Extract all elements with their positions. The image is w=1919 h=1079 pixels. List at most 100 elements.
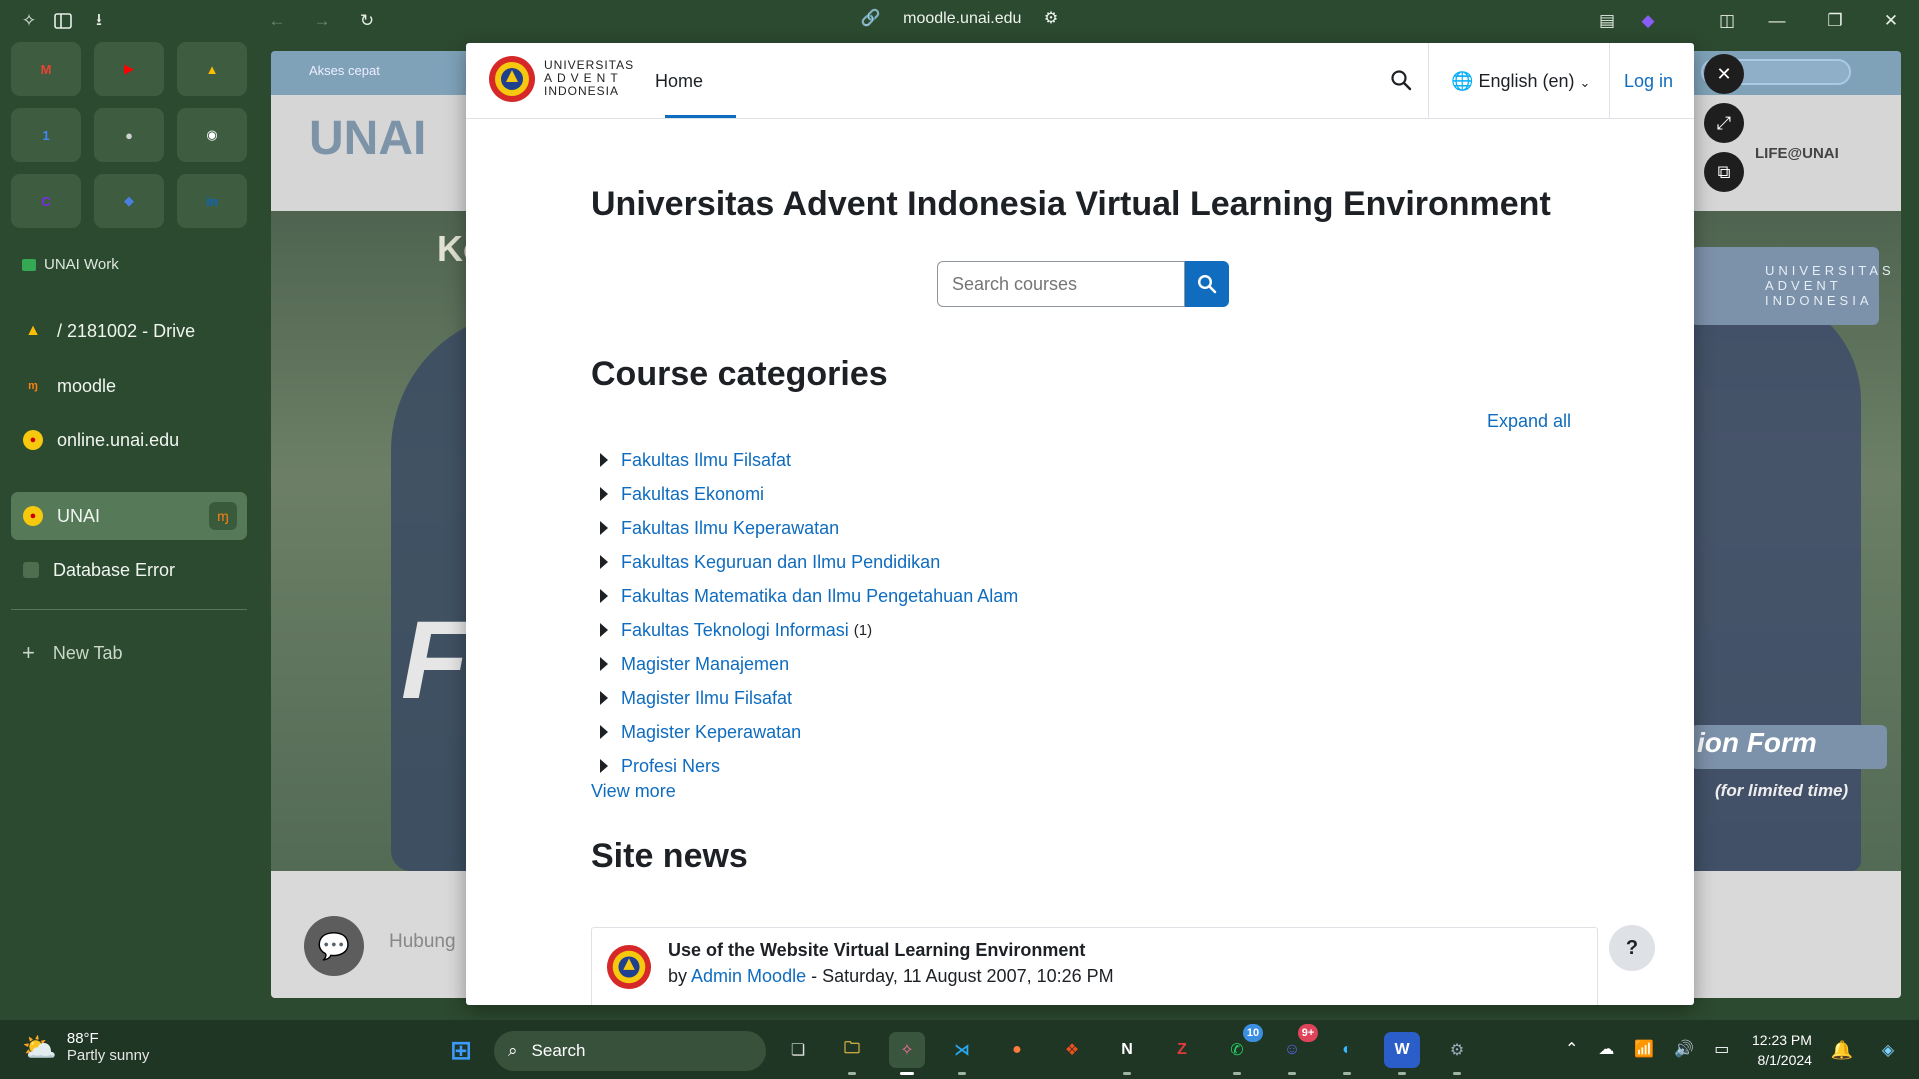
expand-caret-icon[interactable] — [600, 759, 608, 773]
close-window-icon[interactable]: ✕ — [1880, 10, 1902, 32]
extension-icon[interactable]: ◆ — [1637, 10, 1659, 32]
copilot-icon[interactable]: ◈ — [1870, 1032, 1906, 1068]
view-more-link[interactable]: View more — [591, 781, 676, 802]
word-icon[interactable]: W — [1384, 1032, 1420, 1075]
zotero-icon[interactable]: Z — [1164, 1032, 1200, 1068]
download-icon[interactable]: ⭳ — [88, 10, 110, 32]
course-search-input[interactable] — [937, 261, 1185, 307]
post-author-link[interactable]: Admin Moodle — [691, 966, 806, 986]
expand-caret-icon[interactable] — [600, 725, 608, 739]
site-settings-icon[interactable]: ⚙ — [1044, 10, 1058, 27]
expand-icon[interactable]: ⤢ — [1704, 103, 1744, 143]
site-logo[interactable]: UNAI — [309, 111, 426, 166]
pinned-app[interactable]: in — [177, 174, 247, 228]
moodle-peek-icon[interactable]: ɱ — [209, 502, 237, 530]
pinned-app[interactable]: ◉ — [177, 108, 247, 162]
category-link[interactable]: Fakultas Keguruan dan Ilmu Pendidikan — [621, 552, 940, 573]
category-link[interactable]: Profesi Ners — [621, 756, 720, 777]
space-label[interactable]: UNAI Work — [22, 256, 119, 273]
help-button[interactable]: ? — [1609, 925, 1655, 971]
figma-icon[interactable]: ❖ — [1054, 1032, 1090, 1068]
weather-widget[interactable]: ⛅ 88°F Partly sunny — [22, 1030, 149, 1064]
pinned-app[interactable]: ▲ — [177, 42, 247, 96]
whatsapp-icon[interactable]: ✆ 10 — [1219, 1024, 1263, 1075]
pinned-app[interactable]: ▶ — [94, 42, 164, 96]
search-icon[interactable] — [1390, 69, 1412, 91]
pinned-app[interactable]: ◆ — [94, 174, 164, 228]
category-link[interactable]: Fakultas Ilmu Filsafat — [621, 450, 791, 471]
clock[interactable]: 12:23 PM 8/1/2024 — [1752, 1030, 1812, 1070]
unai-icon: ● — [23, 430, 43, 450]
system-tray: ⌃ ☁ 📶 🔊 ▭ — [1565, 1039, 1729, 1059]
arc-browser-icon[interactable]: ✧ — [889, 1032, 925, 1075]
quick-access-link[interactable]: Akses cepat — [309, 63, 380, 78]
notification-icon[interactable]: 🔔 — [1824, 1032, 1860, 1068]
windows-start-icon[interactable]: ⊞ — [443, 1032, 479, 1068]
form-banner[interactable]: ion Form — [1691, 725, 1887, 769]
category-link[interactable]: Fakultas Ilmu Keperawatan — [621, 518, 839, 539]
forward-icon[interactable]: → — [311, 10, 333, 32]
task-view-icon[interactable]: ❏ — [780, 1032, 816, 1068]
sidebar-tab-unai[interactable]: ● UNAI ɱ — [11, 492, 247, 540]
pinned-app[interactable]: M — [11, 42, 81, 96]
onedrive-icon[interactable]: ☁ — [1598, 1039, 1614, 1059]
notion-icon[interactable]: N — [1109, 1032, 1145, 1075]
close-peek-icon[interactable]: ✕ — [1704, 54, 1744, 94]
sidebar-tab-database-error[interactable]: Database Error — [11, 546, 247, 594]
volume-icon[interactable]: 🔊 — [1674, 1039, 1694, 1059]
category-link[interactable]: Magister Ilmu Filsafat — [621, 688, 792, 709]
unai-icon: ● — [23, 506, 43, 526]
battery-icon[interactable]: ▭ — [1714, 1039, 1729, 1059]
file-explorer-icon[interactable]: 🗀 — [834, 1032, 870, 1075]
category-link[interactable]: Fakultas Ekonomi — [621, 484, 764, 505]
sidebar-tab-moodle[interactable]: ɱ moodle — [11, 362, 247, 410]
sidebar-tab-online-unai[interactable]: ● online.unai.edu — [11, 416, 247, 464]
unai-logo-icon[interactable] — [488, 55, 536, 103]
expand-caret-icon[interactable] — [600, 691, 608, 705]
sidebar-tab-drive[interactable]: ▲ / 2181002 - Drive — [11, 307, 247, 355]
nav-home[interactable]: Home — [655, 71, 703, 92]
unai-logo-text: UNIVERSITAS ADVENT INDONESIA — [544, 59, 634, 98]
new-tab-button[interactable]: + New Tab — [22, 640, 123, 666]
split-view-add-icon[interactable]: ⧉ — [1704, 152, 1744, 192]
category-link[interactable]: Magister Manajemen — [621, 654, 789, 675]
language-menu[interactable]: 🌐 English (en) ⌄ — [1451, 71, 1590, 92]
back-icon[interactable]: ← — [266, 10, 288, 32]
minimize-icon[interactable]: — — [1766, 10, 1788, 32]
login-link[interactable]: Log in — [1624, 71, 1673, 92]
page-icon[interactable]: ▤ — [1596, 10, 1618, 32]
restore-icon[interactable]: ❐ — [1824, 10, 1846, 32]
chevron-up-icon[interactable]: ⌃ — [1565, 1039, 1578, 1059]
pinned-app[interactable]: 1 — [11, 108, 81, 162]
wifi-icon[interactable]: 📶 — [1634, 1039, 1654, 1059]
arc-logo-icon[interactable]: ✧ — [18, 10, 40, 32]
chat-icon[interactable]: 💬 — [304, 916, 364, 976]
category-link[interactable]: Fakultas Teknologi Informasi — [621, 620, 849, 641]
category-link[interactable]: Magister Keperawatan — [621, 722, 801, 743]
edge-icon[interactable]: ◐ — [1329, 1032, 1365, 1075]
discord-icon[interactable]: ☺ 9+ — [1274, 1024, 1318, 1075]
url-text[interactable]: moodle.unai.edu — [903, 10, 1021, 27]
expand-caret-icon[interactable] — [600, 555, 608, 569]
postman-icon[interactable]: ● — [999, 1032, 1035, 1068]
expand-caret-icon[interactable] — [600, 453, 608, 467]
life-menu[interactable]: LIFE@UNAI — [1755, 145, 1839, 162]
expand-caret-icon[interactable] — [600, 589, 608, 603]
expand-all-link[interactable]: Expand all — [1487, 411, 1571, 432]
pinned-app[interactable]: ● — [94, 108, 164, 162]
expand-caret-icon[interactable] — [600, 521, 608, 535]
link-icon[interactable]: 🔗 — [861, 10, 881, 27]
weather-condition: Partly sunny — [66, 1047, 150, 1064]
vscode-icon[interactable]: ⋊ — [944, 1032, 980, 1075]
split-view-icon[interactable]: ◫ — [1716, 10, 1738, 32]
expand-caret-icon[interactable] — [600, 487, 608, 501]
category-link[interactable]: Fakultas Matematika dan Ilmu Pengetahuan… — [621, 586, 1018, 607]
expand-caret-icon[interactable] — [600, 657, 608, 671]
sidebar-toggle-icon[interactable] — [52, 10, 74, 32]
taskbar-search[interactable]: ⌕ Search — [494, 1031, 766, 1071]
reload-icon[interactable]: ↻ — [356, 10, 378, 32]
settings-icon[interactable]: ⚙ — [1439, 1032, 1475, 1075]
expand-caret-icon[interactable] — [600, 623, 608, 637]
pinned-app[interactable]: C — [11, 174, 81, 228]
course-search-button[interactable] — [1185, 261, 1229, 307]
